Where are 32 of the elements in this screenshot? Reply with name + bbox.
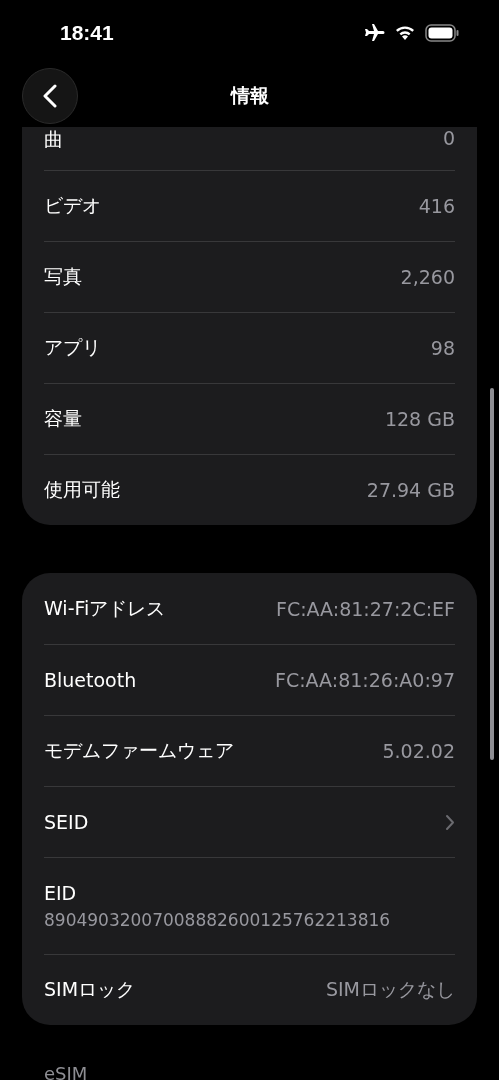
row-value: 416 bbox=[418, 195, 455, 217]
wifi-icon bbox=[395, 25, 415, 40]
row-value: 27.94 GB bbox=[366, 479, 455, 501]
row-value: 98 bbox=[430, 337, 455, 359]
row-value: 0 bbox=[442, 127, 455, 149]
row-label: アプリ bbox=[44, 335, 101, 360]
row-label: EID bbox=[44, 882, 77, 904]
row-label: モデムファームウェア bbox=[44, 738, 234, 763]
nav-title: 情報 bbox=[230, 83, 269, 108]
row-value: SIMロックなし bbox=[325, 977, 455, 1002]
list-row[interactable]: SEID bbox=[44, 786, 455, 857]
back-button[interactable] bbox=[22, 68, 78, 124]
row-value: 5.02.02 bbox=[382, 740, 455, 762]
row-value: 89049032007008882600125762213816 bbox=[44, 910, 391, 930]
row-value: FC:AA:81:26:A0:97 bbox=[275, 669, 455, 691]
row-label: ビデオ bbox=[44, 193, 101, 218]
row-label: SIMロック bbox=[44, 977, 136, 1002]
airplane-icon bbox=[363, 22, 385, 43]
row-label: 曲 bbox=[44, 127, 63, 152]
row-label: 使用可能 bbox=[44, 477, 120, 502]
row-label: Bluetooth bbox=[44, 669, 137, 691]
row-value: FC:AA:81:27:2C:EF bbox=[275, 597, 455, 620]
chevron-icon bbox=[445, 813, 455, 831]
row-label: 容量 bbox=[44, 406, 82, 431]
row-label: Wi-Fiアドレス bbox=[44, 595, 166, 621]
back-icon bbox=[43, 84, 57, 108]
section-header: eSIM bbox=[44, 1063, 89, 1080]
status-time: 18:41 bbox=[60, 20, 114, 45]
row-value: 128 GB bbox=[384, 408, 455, 430]
battery-icon bbox=[425, 23, 459, 42]
row-label: 写真 bbox=[44, 264, 82, 289]
row-value: 2,260 bbox=[400, 266, 455, 288]
